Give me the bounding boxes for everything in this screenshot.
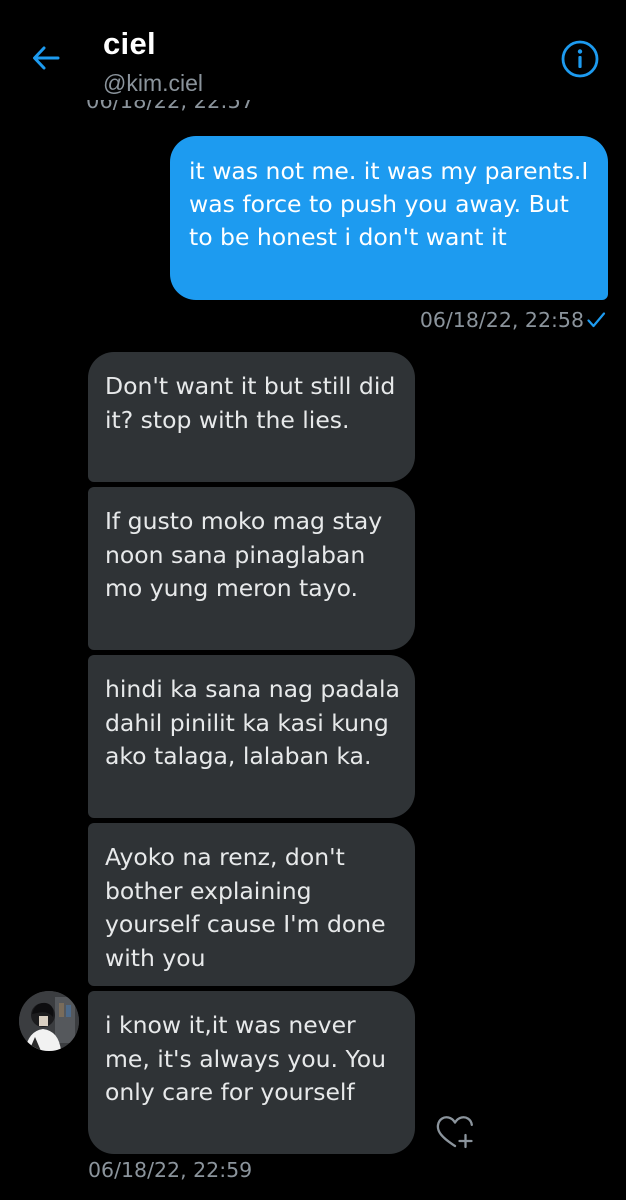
info-button[interactable]	[560, 39, 600, 79]
back-button[interactable]	[26, 38, 66, 78]
outgoing-timestamp-row: 06/18/22, 22:58	[420, 308, 606, 332]
incoming-message[interactable]: If gusto moko mag stay noon sana pinagla…	[88, 487, 415, 650]
avatar[interactable]	[19, 991, 79, 1051]
conversation-header: ciel @kim.ciel	[0, 0, 626, 110]
outgoing-message[interactable]: it was not me. it was my parents.I was f…	[170, 136, 608, 300]
conversation-handle[interactable]: @kim.ciel	[103, 70, 203, 97]
checkmark-icon	[586, 310, 606, 330]
incoming-message[interactable]: hindi ka sana nag padala dahil pinilit k…	[88, 655, 415, 818]
info-icon	[561, 40, 599, 78]
incoming-message[interactable]: i know it,it was never me, it's always y…	[88, 991, 415, 1154]
back-arrow-icon	[33, 46, 60, 70]
incoming-message[interactable]: Don't want it but still did it? stop wit…	[88, 352, 415, 482]
previous-message-timestamp: 06/18/22, 22:57	[86, 100, 255, 113]
incoming-timestamp: 06/18/22, 22:59	[88, 1158, 253, 1182]
outgoing-timestamp: 06/18/22, 22:58	[419, 308, 584, 332]
conversation-title[interactable]: ciel	[103, 26, 156, 62]
incoming-message[interactable]: Ayoko na renz, don't bother explaining y…	[88, 823, 415, 986]
add-reaction-button[interactable]	[434, 1112, 478, 1152]
heart-plus-icon	[436, 1116, 473, 1149]
